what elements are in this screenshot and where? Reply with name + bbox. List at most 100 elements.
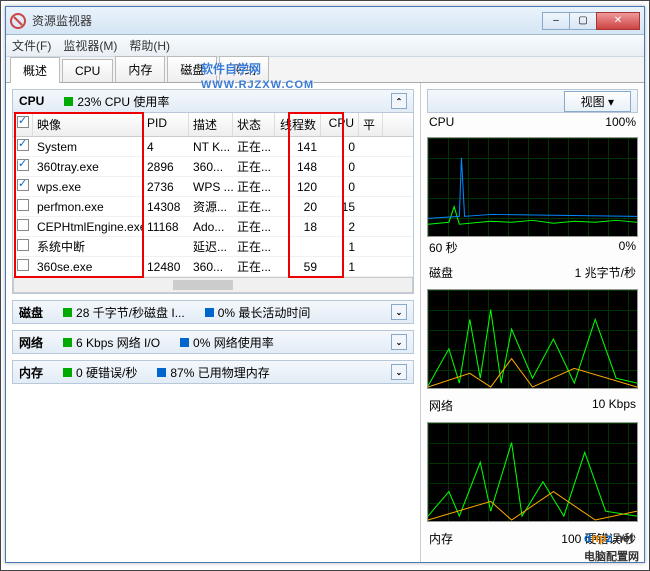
cpu-usage-stat: 23% CPU 使用率	[77, 93, 169, 110]
menu-help[interactable]: 帮助(H)	[129, 37, 170, 54]
cell-cpu: 0	[321, 138, 359, 156]
col-desc[interactable]: 描述	[189, 113, 233, 136]
memory-stat2: 87% 已用物理内存	[170, 364, 269, 381]
cell-desc: 360...	[189, 158, 233, 176]
swatch-blue-icon	[157, 368, 166, 377]
tab-cpu[interactable]: CPU	[62, 59, 113, 82]
cell-pf	[359, 265, 383, 269]
swatch-green-icon	[63, 338, 72, 347]
row-checkbox[interactable]	[17, 139, 29, 151]
cell-pf	[359, 205, 383, 209]
cell-image: CEPHtmlEngine.exe	[33, 218, 143, 236]
tab-disk[interactable]: 磁盘	[167, 56, 217, 82]
cell-cpu: 0	[321, 178, 359, 196]
row-checkbox[interactable]	[17, 159, 29, 171]
cell-status: 正在...	[233, 196, 275, 217]
network-section-header[interactable]: 网络 6 Kbps 网络 I/O 0% 网络使用率 ⌄	[12, 330, 414, 354]
col-threads[interactable]: 线程数	[275, 113, 321, 136]
cell-threads	[275, 245, 321, 249]
cell-cpu: 2	[321, 218, 359, 236]
cell-pf	[359, 165, 383, 169]
table-row[interactable]: 360se.exe12480360...正在...591	[13, 257, 413, 277]
cell-pid: 14308	[143, 198, 189, 216]
graph-cpu-footer-left: 60 秒	[429, 239, 458, 256]
network-graph	[427, 422, 638, 522]
graph-network-max: 10 Kbps	[592, 397, 636, 414]
col-status[interactable]: 状态	[233, 113, 275, 136]
graph-cpu-footer-right: 0%	[619, 239, 636, 256]
cell-pid: 2736	[143, 178, 189, 196]
swatch-blue-icon	[180, 338, 189, 347]
cell-pf	[359, 225, 383, 229]
swatch-blue-icon	[205, 308, 214, 317]
cell-threads: 20	[275, 198, 321, 216]
view-header: 视图 ▾	[427, 89, 638, 113]
cell-threads: 59	[275, 258, 321, 276]
minimize-button[interactable]: –	[542, 12, 570, 30]
cpu-section-header[interactable]: CPU 23% CPU 使用率 ⌃	[12, 89, 414, 113]
horizontal-scrollbar[interactable]	[13, 277, 413, 293]
maximize-button[interactable]: ▢	[569, 12, 597, 30]
process-table: 映像 PID 描述 状态 线程数 CPU 平 System4NT K...正在.…	[12, 113, 414, 294]
content-area: CPU 23% CPU 使用率 ⌃ 映像 PID 描述 状态 线程数 CPU 平…	[6, 83, 644, 562]
col-pf[interactable]: 平	[359, 113, 383, 136]
memory-section-title: 内存	[19, 364, 43, 381]
cell-pid: 4	[143, 138, 189, 156]
right-pane: 视图 ▾ CPU100% 60 秒0% 磁盘1 兆字节/秒 网络10 Kbps …	[420, 83, 644, 562]
col-cpu[interactable]: CPU	[321, 113, 359, 136]
memory-section-header[interactable]: 内存 0 硬错误/秒 87% 已用物理内存 ⌄	[12, 360, 414, 384]
expand-icon[interactable]: ⌄	[391, 334, 407, 350]
graph-cpu-label: CPU	[429, 115, 454, 129]
cell-desc: 延迟...	[189, 236, 233, 257]
disk-graph	[427, 289, 638, 389]
table-row[interactable]: perfmon.exe14308资源...正在...2015	[13, 197, 413, 217]
row-checkbox[interactable]	[17, 239, 29, 251]
cell-cpu: 0	[321, 158, 359, 176]
expand-icon[interactable]: ⌄	[391, 364, 407, 380]
col-pid[interactable]: PID	[143, 113, 189, 136]
cell-pid: 12480	[143, 258, 189, 276]
table-header: 映像 PID 描述 状态 线程数 CPU 平	[13, 113, 413, 137]
tab-overview[interactable]: 概述	[10, 57, 60, 83]
cell-pf	[359, 145, 383, 149]
row-checkbox[interactable]	[17, 179, 29, 191]
row-checkbox[interactable]	[17, 219, 29, 231]
cell-image: 360tray.exe	[33, 158, 143, 176]
tab-network[interactable]: 网络	[219, 56, 269, 82]
table-row[interactable]: wps.exe2736WPS ...正在...1200	[13, 177, 413, 197]
table-row[interactable]: System4NT K...正在...1410	[13, 137, 413, 157]
menu-file[interactable]: 文件(F)	[12, 37, 51, 54]
network-stat2: 0% 网络使用率	[193, 334, 274, 351]
col-image[interactable]: 映像	[33, 113, 143, 136]
cell-cpu: 15	[321, 198, 359, 216]
row-checkbox[interactable]	[17, 259, 29, 271]
cell-pid: 2896	[143, 158, 189, 176]
cell-status: 正在...	[233, 156, 275, 177]
row-checkbox[interactable]	[17, 199, 29, 211]
cell-desc: 资源...	[189, 196, 233, 217]
table-row[interactable]: 系统中断延迟...正在...1	[13, 237, 413, 257]
table-row[interactable]: CEPHtmlEngine.exe11168Ado...正在...182	[13, 217, 413, 237]
view-button[interactable]: 视图 ▾	[564, 91, 631, 112]
header-checkbox[interactable]	[17, 116, 29, 128]
table-row[interactable]: 360tray.exe2896360...正在...1480	[13, 157, 413, 177]
memory-stat1: 0 硬错误/秒	[76, 364, 137, 381]
tab-memory[interactable]: 内存	[115, 56, 165, 82]
cell-image: 360se.exe	[33, 258, 143, 276]
graph-cpu-max: 100%	[605, 115, 636, 129]
cell-image: wps.exe	[33, 178, 143, 196]
swatch-green-icon	[63, 308, 72, 317]
cell-status: 正在...	[233, 216, 275, 237]
cell-status: 正在...	[233, 236, 275, 257]
cell-status: 正在...	[233, 256, 275, 277]
cpu-graph	[427, 137, 638, 237]
close-button[interactable]: ✕	[596, 12, 640, 30]
menu-monitor[interactable]: 监视器(M)	[63, 37, 117, 54]
tab-strip: 概述 CPU 内存 磁盘 网络	[6, 57, 644, 83]
cell-pf	[359, 245, 383, 249]
disk-section-header[interactable]: 磁盘 28 千字节/秒磁盘 I... 0% 最长活动时间 ⌄	[12, 300, 414, 324]
collapse-icon[interactable]: ⌃	[391, 93, 407, 109]
titlebar[interactable]: 资源监视器 – ▢ ✕	[6, 7, 644, 35]
expand-icon[interactable]: ⌄	[391, 304, 407, 320]
menubar: 文件(F) 监视器(M) 帮助(H)	[6, 35, 644, 57]
